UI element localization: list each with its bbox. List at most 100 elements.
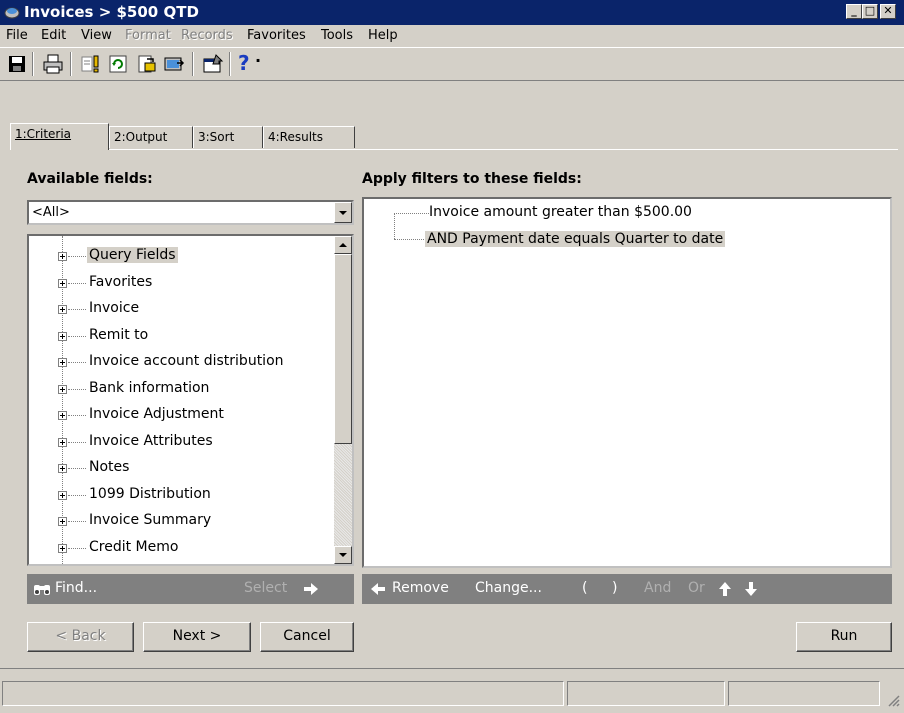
menu-records[interactable]: Records (181, 28, 233, 43)
tree-connector (68, 256, 86, 257)
expand-icon[interactable] (58, 358, 67, 367)
expand-icon[interactable] (58, 437, 67, 447)
tree-connector (68, 415, 86, 416)
tree-item-label: Invoice Summary (89, 512, 212, 528)
expand-icon[interactable] (58, 331, 67, 341)
close-paren-button[interactable]: ) (612, 580, 617, 596)
tab-results[interactable]: 4:Results (263, 126, 355, 148)
find-button[interactable]: Find... (55, 580, 97, 596)
change-button[interactable]: Change... (475, 580, 542, 596)
tab-output[interactable]: 2:Output (109, 126, 193, 148)
select-button[interactable]: Select (244, 580, 287, 596)
and-button[interactable]: And (644, 580, 671, 596)
scroll-down-button[interactable] (334, 546, 352, 564)
tree-scrollbar[interactable] (334, 236, 352, 564)
move-down-icon[interactable] (744, 581, 758, 597)
filter-item[interactable]: AND Payment date equals Quarter to date (425, 231, 726, 247)
open-paren-button[interactable]: ( (582, 580, 587, 596)
export-icon[interactable] (135, 53, 157, 75)
expand-icon[interactable] (58, 490, 67, 500)
scroll-up-button[interactable] (334, 236, 352, 254)
expand-icon[interactable] (58, 411, 67, 420)
remove-button[interactable]: Remove (392, 580, 449, 596)
next-button[interactable]: Next > (143, 622, 251, 652)
chevron-down-icon (339, 211, 347, 215)
field-category-value: <All> (32, 205, 70, 220)
run-button-label: Run (830, 628, 858, 644)
status-pane (728, 681, 880, 706)
or-button[interactable]: Or (688, 580, 705, 596)
expand-icon[interactable] (58, 305, 67, 314)
tab-label: 4:Results (268, 130, 324, 144)
arrow-down-icon (339, 553, 347, 557)
menu-file[interactable]: File (6, 28, 28, 43)
available-fields-heading: Available fields: (27, 171, 153, 187)
tree-connector (68, 335, 86, 337)
menu-help[interactable]: Help (368, 28, 398, 43)
tree-connector (394, 213, 429, 214)
tree-item-label: Query Fields (87, 247, 178, 263)
tree-item-label: Invoice (89, 300, 140, 316)
tree-item-label: Invoice Adjustment (89, 406, 224, 422)
resize-grip-icon[interactable] (886, 693, 900, 707)
tree-item-label: 1099 Distribution (89, 485, 211, 502)
filters-list[interactable]: Invoice amount greater than $500.00 AND … (362, 197, 892, 568)
back-button[interactable]: < Back (27, 622, 134, 652)
field-category-select[interactable]: <All> (27, 200, 354, 225)
expand-icon[interactable] (58, 278, 67, 288)
tree-item-label: Notes (89, 459, 130, 475)
expand-icon[interactable] (58, 517, 67, 526)
toolbar: ? · (0, 47, 904, 81)
maximize-button[interactable]: □ (862, 4, 878, 19)
tree-connector (394, 239, 424, 240)
help-dropdown-icon[interactable]: · (255, 51, 261, 70)
expand-icon[interactable] (58, 384, 67, 394)
back-button-label: < Back (55, 628, 106, 644)
tree-item-label: Remit to (89, 326, 149, 343)
expand-icon[interactable] (58, 543, 67, 553)
tab-criteria[interactable]: 1:Criteria (10, 123, 109, 150)
fields-action-bar: Find... Select (27, 574, 354, 604)
arrow-up-icon (339, 243, 347, 247)
tree-connector (394, 213, 395, 239)
tree-item-label: Invoice Attributes (89, 432, 213, 449)
menu-favorites[interactable]: Favorites (247, 28, 306, 43)
print-icon[interactable] (42, 53, 64, 75)
expand-icon[interactable] (58, 464, 67, 473)
menu-view[interactable]: View (81, 28, 112, 43)
available-fields-tree[interactable]: Query Fields Favorites Invoice Remit to Invo… (27, 234, 354, 566)
menu-edit[interactable]: Edit (41, 28, 66, 43)
alert-icon[interactable] (80, 53, 102, 75)
tab-label: 1:Criteria (15, 127, 72, 141)
tree-connector (68, 468, 86, 469)
help-icon[interactable]: ? (238, 51, 250, 75)
binoculars-icon (34, 585, 50, 595)
tab-sort[interactable]: 3:Sort (193, 126, 263, 148)
menu-format[interactable]: Format (125, 28, 171, 43)
menu-tools[interactable]: Tools (321, 28, 353, 43)
filters-heading: Apply filters to these fields: (362, 171, 582, 187)
tree-item-label: Credit Memo (89, 538, 179, 555)
divider (0, 668, 904, 669)
tree-connector (68, 388, 86, 390)
scroll-thumb[interactable] (334, 254, 352, 444)
properties-icon[interactable] (202, 53, 224, 75)
toolbar-separator (32, 52, 34, 76)
minimize-button[interactable]: _ (846, 4, 862, 19)
filter-item[interactable]: Invoice amount greater than $500.00 (429, 204, 692, 220)
tree-connector (68, 362, 86, 363)
move-up-icon[interactable] (718, 581, 732, 597)
run-button[interactable]: Run (796, 622, 892, 652)
transfer-icon[interactable] (163, 53, 185, 75)
window-title: Invoices > $500 QTD (24, 3, 199, 21)
expand-icon[interactable] (58, 252, 67, 261)
cancel-button[interactable]: Cancel (260, 622, 354, 652)
tab-label: 3:Sort (198, 130, 235, 144)
tree-connector (68, 282, 86, 284)
dropdown-button[interactable] (334, 202, 352, 223)
arrow-right-icon (304, 583, 318, 595)
save-icon[interactable] (6, 53, 28, 75)
close-button[interactable]: ✕ (880, 4, 896, 19)
menu-bar: File Edit View Format Records Favorites … (0, 25, 904, 47)
refresh-icon[interactable] (107, 53, 129, 75)
